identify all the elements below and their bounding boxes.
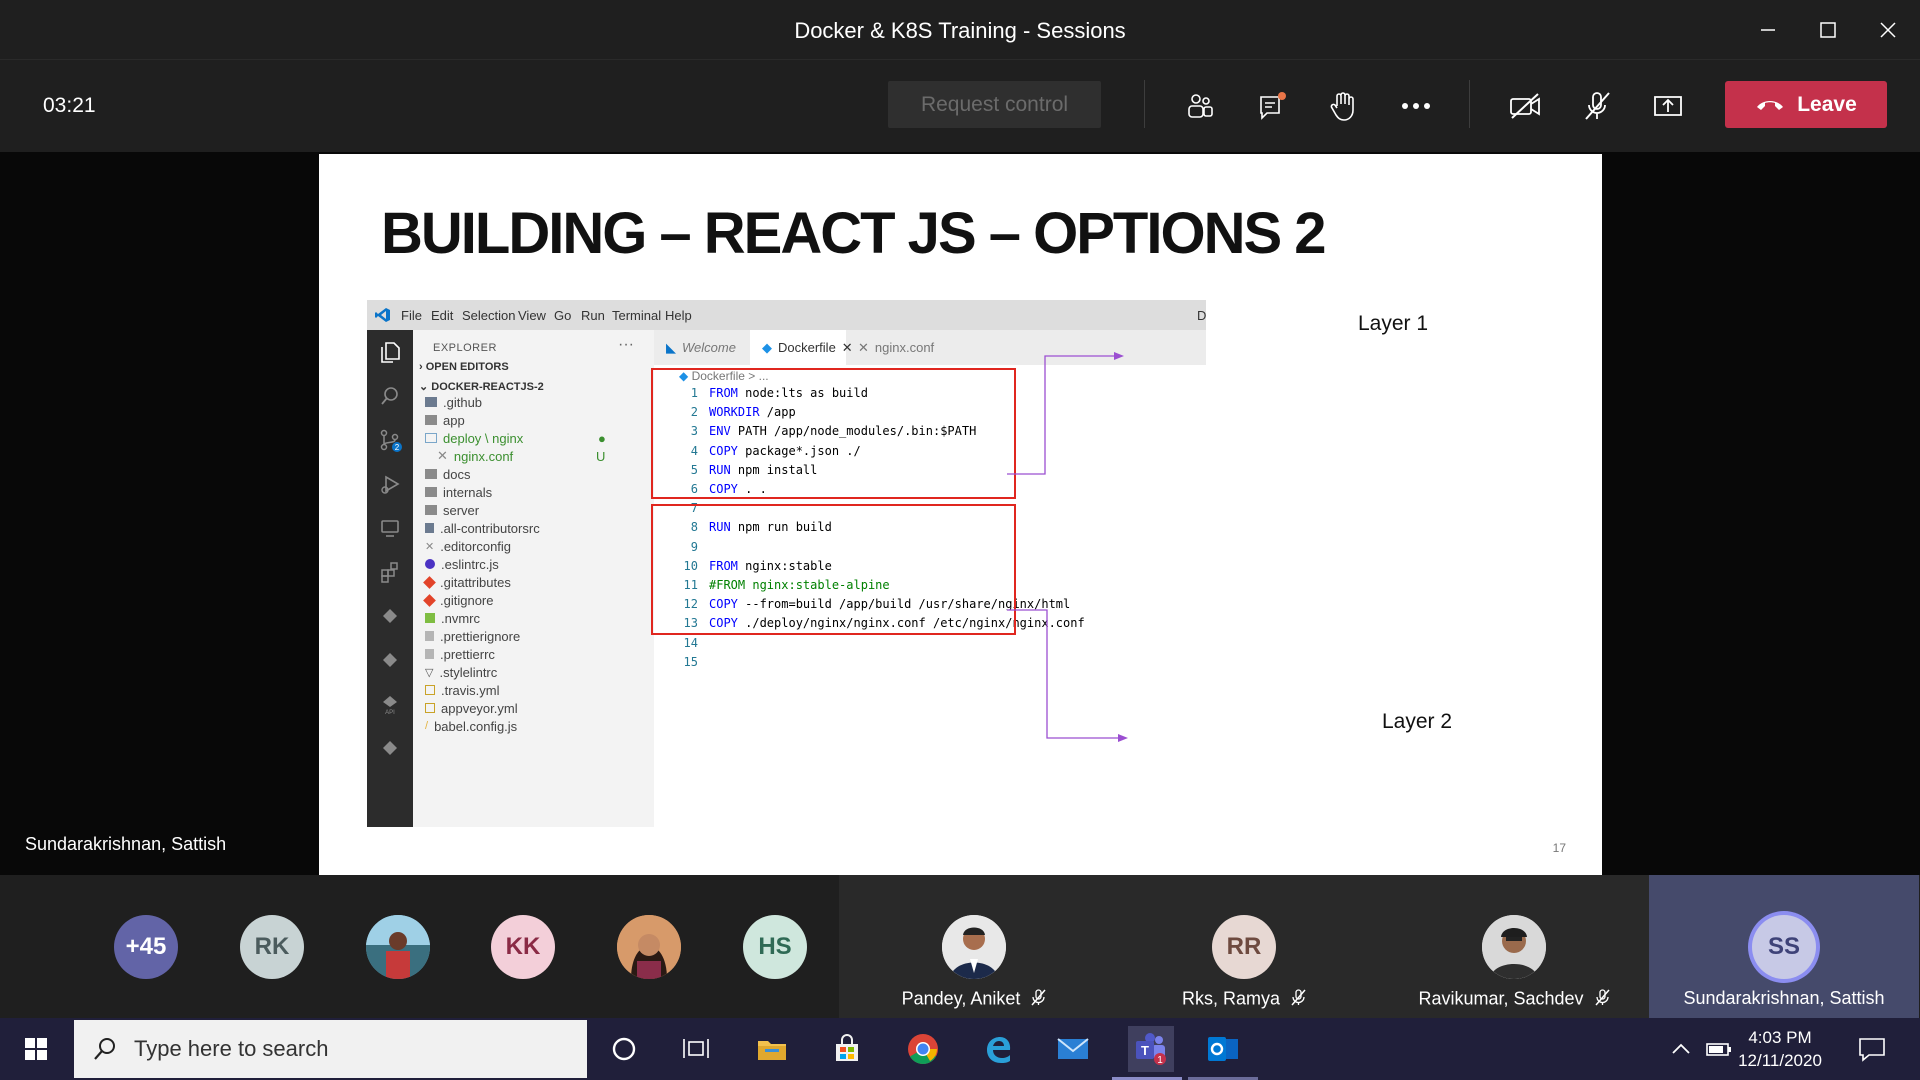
- share-screen-icon: [1654, 96, 1682, 116]
- avatar[interactable]: KK: [491, 915, 555, 979]
- share-screen-button[interactable]: [1646, 86, 1690, 126]
- participants-icon: [1188, 94, 1213, 118]
- internet-explorer-icon: [987, 1037, 1011, 1063]
- toolbar-separator: [1144, 80, 1145, 128]
- teams-icon: T1: [1136, 1033, 1166, 1066]
- chat-button[interactable]: [1251, 86, 1295, 126]
- chrome-button[interactable]: [903, 1029, 943, 1069]
- participant-name: Ravikumar, Sachdev: [1379, 988, 1649, 1011]
- battery-icon: [1706, 1043, 1731, 1056]
- person-photo-icon: [366, 915, 430, 979]
- person-photo-icon: [942, 915, 1006, 979]
- window-title: Docker & K8S Training - Sessions: [794, 18, 1126, 43]
- toolbar-separator: [1469, 80, 1470, 128]
- avatar[interactable]: RK: [240, 915, 304, 979]
- cortana-icon: [612, 1037, 636, 1061]
- taskbar-search-box[interactable]: Type here to search: [74, 1020, 587, 1078]
- mic-off-icon: [1290, 988, 1306, 1011]
- phone-hangup-icon: [1757, 100, 1784, 110]
- notifications-icon: [1859, 1038, 1885, 1062]
- task-view-button[interactable]: [676, 1029, 716, 1069]
- participant-name: Pandey, Aniket: [839, 988, 1109, 1011]
- maximize-button[interactable]: [1805, 10, 1851, 50]
- layer-connector-lines: [1007, 352, 1128, 742]
- mute-button[interactable]: [1575, 86, 1619, 126]
- close-button[interactable]: [1865, 10, 1911, 50]
- maximize-icon: [1820, 22, 1836, 38]
- meeting-toolbar: 03:21 Request control Leave: [0, 60, 1920, 152]
- outlook-button[interactable]: [1203, 1029, 1243, 1069]
- outlook-icon: [1208, 1037, 1238, 1061]
- minimize-button[interactable]: [1745, 10, 1791, 50]
- request-control-button[interactable]: Request control: [888, 81, 1101, 128]
- edge-legacy-button[interactable]: [978, 1029, 1018, 1069]
- slide-number: 17: [1552, 841, 1566, 855]
- more-participants-button[interactable]: +45: [114, 915, 178, 979]
- more-actions-button[interactable]: [1394, 86, 1438, 126]
- teams-meeting-window: Docker & K8S Training - Sessions 03:21 R…: [0, 0, 1920, 1080]
- meeting-timer: 03:21: [43, 94, 96, 117]
- presenter-name: Sundarakrishnan, Sattish: [25, 834, 227, 854]
- avatar-photo: [942, 915, 1006, 979]
- participant-name: Sundarakrishnan, Sattish: [1683, 988, 1885, 1008]
- windows-logo-icon: [25, 1038, 47, 1060]
- close-icon: [1880, 22, 1896, 38]
- mail-button[interactable]: [1053, 1029, 1093, 1069]
- start-button[interactable]: [16, 1029, 56, 1069]
- windows-taskbar: Type here to search T1 4:03 PM 12/11/202…: [0, 1018, 1920, 1080]
- camera-off-button[interactable]: [1503, 86, 1547, 126]
- taskbar-clock[interactable]: 4:03 PM 12/11/2020: [1730, 1026, 1830, 1072]
- chevron-up-icon: [1672, 1043, 1690, 1054]
- participant-card[interactable]: Ravikumar, Sachdev: [1379, 875, 1649, 1018]
- clock-date: 12/11/2020: [1738, 1051, 1822, 1070]
- teams-notification-badge: 1: [1157, 1055, 1163, 1066]
- presentation-slide: BUILDING – REACT JS – OPTIONS 2 File Edi…: [319, 154, 1602, 875]
- cortana-button[interactable]: [604, 1029, 644, 1069]
- teams-button[interactable]: T1: [1128, 1026, 1174, 1072]
- avatar-photo: [1482, 915, 1546, 979]
- participants-button[interactable]: [1178, 86, 1222, 126]
- file-explorer-button[interactable]: [752, 1029, 792, 1069]
- action-center-button[interactable]: [1852, 1029, 1892, 1069]
- person-photo-icon: [1482, 915, 1546, 979]
- chrome-icon: [908, 1034, 938, 1065]
- participant-card[interactable]: Pandey, Aniket: [839, 875, 1109, 1018]
- task-view-icon: [683, 1039, 709, 1058]
- clock-time: 4:03 PM: [1748, 1028, 1812, 1047]
- chat-icon: [1260, 92, 1286, 120]
- show-hidden-icons-button[interactable]: [1661, 1029, 1701, 1069]
- participant-gallery: +45 RK KK HS Pandey, Aniket RR Rks, Ramy…: [0, 875, 1920, 1018]
- person-photo-icon: [617, 915, 681, 979]
- raise-hand-button[interactable]: [1321, 86, 1365, 126]
- avatar-photo[interactable]: [617, 915, 681, 979]
- minimize-icon: [1761, 29, 1775, 31]
- store-button[interactable]: [827, 1029, 867, 1069]
- mic-off-icon: [1585, 92, 1610, 120]
- more-icon: [1402, 103, 1430, 109]
- avatar: RR: [1212, 915, 1276, 979]
- leave-button[interactable]: Leave: [1725, 81, 1887, 128]
- avatar[interactable]: HS: [743, 915, 807, 979]
- store-icon: [836, 1034, 858, 1061]
- title-bar: Docker & K8S Training - Sessions: [0, 0, 1920, 60]
- participant-name: Rks, Ramya: [1109, 988, 1379, 1011]
- camera-off-icon: [1510, 93, 1540, 119]
- search-icon: [94, 1038, 115, 1060]
- participant-card-speaking[interactable]: SS Sundarakrishnan, Sattish: [1649, 875, 1919, 1018]
- avatar: SS: [1752, 915, 1816, 979]
- folder-icon: [758, 1041, 786, 1060]
- layer-1-label: Layer 1: [1358, 312, 1429, 335]
- mic-off-icon: [1594, 988, 1610, 1011]
- shared-content-stage: BUILDING – REACT JS – OPTIONS 2 File Edi…: [0, 152, 1920, 875]
- svg-text:T: T: [1141, 1043, 1149, 1058]
- avatar-photo[interactable]: [366, 915, 430, 979]
- mail-icon: [1057, 1038, 1089, 1059]
- layer-2-label: Layer 2: [1382, 710, 1453, 733]
- leave-label: Leave: [1797, 92, 1857, 116]
- search-placeholder: Type here to search: [134, 1036, 329, 1061]
- mic-off-icon: [1030, 988, 1046, 1011]
- participant-card[interactable]: RR Rks, Ramya: [1109, 875, 1379, 1018]
- raise-hand-icon: [1330, 92, 1354, 121]
